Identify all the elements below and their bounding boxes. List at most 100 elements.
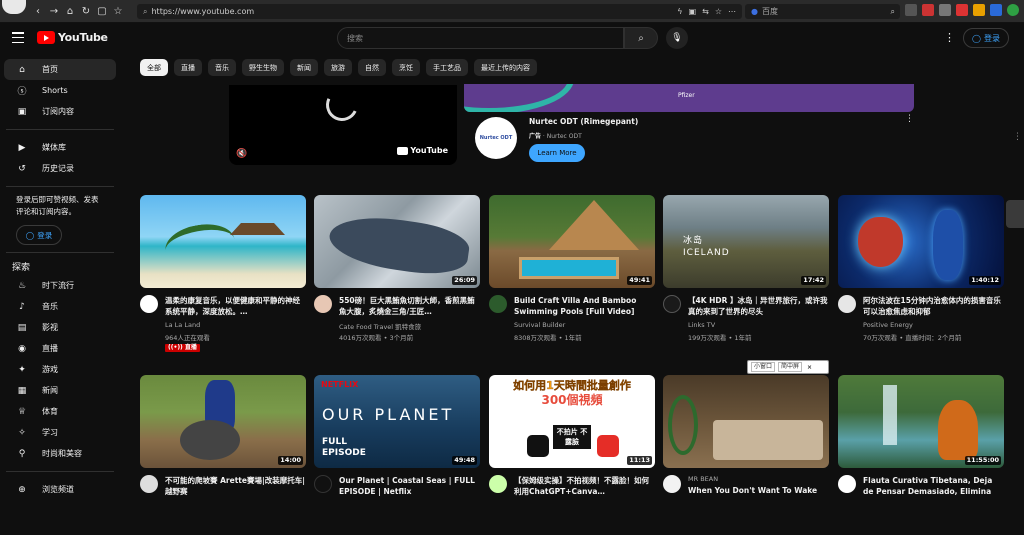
youtube-logo[interactable]: YouTube <box>37 31 108 44</box>
channel-avatar[interactable] <box>838 475 856 493</box>
sidebar-item-library[interactable]: ▶ 媒体库 <box>4 137 116 158</box>
login-button[interactable]: ◯ 登录 <box>963 28 1009 48</box>
search-icon[interactable]: ⌕ <box>891 7 895 17</box>
video-card[interactable]: 49:41 Build Craft Villa And Bamboo Swimm… <box>489 195 655 355</box>
extension-icon[interactable] <box>956 4 968 16</box>
channel-name[interactable]: Survival Builder <box>514 321 565 329</box>
channel-avatar[interactable] <box>663 295 681 313</box>
channel-avatar[interactable] <box>140 475 158 493</box>
video-title[interactable]: 【4K HDR 】冰岛｜异世界旅行，或许我真的来到了世界的尽头 <box>688 295 829 317</box>
chip-news[interactable]: 新闻 <box>290 59 318 76</box>
sidebar-item-live[interactable]: ◉ 直播 <box>4 338 116 359</box>
video-card[interactable]: 14:00 不可能的爬坡賽 Arette賽場|改装摩托车|越野赛 <box>140 375 306 535</box>
chip-recently-uploaded[interactable]: 最近上传的内容 <box>474 59 537 76</box>
chip-all[interactable]: 全部 <box>140 59 168 76</box>
star-icon[interactable]: ☆ <box>112 6 124 17</box>
reload-icon[interactable]: ↻ <box>80 6 92 17</box>
video-card[interactable]: MR BEAN When You Don't Want To Wake <box>663 375 829 535</box>
channel-name[interactable]: Cate Food Travel 凱特食旅 <box>339 321 421 331</box>
more-icon[interactable]: ⋯ <box>728 7 736 16</box>
chip-nature[interactable]: 自然 <box>358 59 386 76</box>
video-card[interactable]: 冰岛 ICELAND 17:42 【4K HDR 】冰岛｜异世界旅行，或许我真的… <box>663 195 829 355</box>
reader-icon[interactable]: ▣ <box>689 7 697 16</box>
sidebar-item-music[interactable]: ♪ 音乐 <box>4 296 116 317</box>
sidebar-item-sports[interactable]: ♕ 体育 <box>4 401 116 422</box>
home-icon[interactable]: ⌂ <box>64 6 76 17</box>
sidebar-login-button[interactable]: ◯ 登录 <box>16 225 62 245</box>
settings-kebab-icon[interactable]: ⋮ <box>944 31 955 44</box>
video-title[interactable]: 阿尔法波在15分钟内治愈体内的损害音乐可以治愈焦虑和抑郁 <box>863 295 1004 317</box>
sidebar-item-fashion[interactable]: ⚲ 时尚和美容 <box>4 443 116 464</box>
video-thumbnail[interactable]: 冰岛 ICELAND 17:42 <box>663 195 829 288</box>
chip-cooking[interactable]: 烹饪 <box>392 59 420 76</box>
video-thumbnail[interactable]: 1:40:12 <box>838 195 1004 288</box>
sidebar-item-shorts[interactable]: ⓢ Shorts <box>4 80 116 101</box>
sidebar-item-browse-channels[interactable]: ⊕ 浏览频道 <box>4 479 116 500</box>
extension-icon[interactable] <box>939 4 951 16</box>
back-icon[interactable]: ‹ <box>32 6 44 17</box>
video-card[interactable]: NETFLIX OUR PLANET FULL EPISODE 49:48 Ou… <box>314 375 480 535</box>
sidebar-item-history[interactable]: ↺ 历史记录 <box>4 158 116 179</box>
video-thumbnail[interactable]: 49:41 <box>489 195 655 288</box>
extension-icon[interactable] <box>990 4 1002 16</box>
search-button[interactable]: ⌕ <box>624 27 658 49</box>
sidebar-item-learning[interactable]: ✧ 学习 <box>4 422 116 443</box>
chip-wildlife[interactable]: 野生生物 <box>242 59 284 76</box>
close-icon[interactable]: × <box>807 364 812 371</box>
video-card[interactable]: 1:40:12 阿尔法波在15分钟内治愈体内的损害音乐可以治愈焦虑和抑郁 Pos… <box>838 195 1004 355</box>
ad-video-player[interactable]: 🔇 YouTube <box>229 84 457 165</box>
channel-avatar[interactable] <box>838 295 856 313</box>
channel-name[interactable]: MR BEAN <box>688 475 718 483</box>
browser-search-input[interactable]: ● 百度 ⌕ <box>745 4 900 19</box>
channel-avatar[interactable] <box>314 475 332 493</box>
row-kebab-icon[interactable]: ⋮ <box>1013 132 1022 142</box>
chip-travel[interactable]: 旅游 <box>324 59 352 76</box>
learn-more-button[interactable]: Learn More <box>529 144 585 162</box>
video-card[interactable]: 26:09 550磅！巨大黑鮪魚切割大師，香煎黑鮪魚大腹，炙燒金三角/王匠… C… <box>314 195 480 355</box>
extension-icon[interactable] <box>905 4 917 16</box>
video-title[interactable]: Build Craft Villa And Bamboo Swimming Po… <box>514 295 655 317</box>
channel-avatar[interactable] <box>663 475 681 493</box>
address-bar[interactable]: ⌕ https://www.youtube.com ϟ ▣ ⇆ ☆ ⋯ <box>137 4 742 19</box>
video-card[interactable]: 如何用1天時間批量創作 300個視頻 不拍片 不露臉 11:13 【保姆级实操】… <box>489 375 655 535</box>
advertiser-logo[interactable]: Nurtec ODT <box>475 117 517 159</box>
forward-icon[interactable]: → <box>48 6 60 17</box>
translate-icon[interactable]: ⇆ <box>702 7 709 16</box>
chip-music[interactable]: 音乐 <box>208 59 236 76</box>
channel-avatar[interactable] <box>140 295 158 313</box>
video-thumbnail[interactable]: 26:09 <box>314 195 480 288</box>
mini-player-popup[interactable]: 小窗口 简中屏 × <box>747 360 829 374</box>
sidebar-item-gaming[interactable]: ✦ 游戏 <box>4 359 116 380</box>
channel-avatar[interactable] <box>489 475 507 493</box>
screen-mode-button[interactable]: 简中屏 <box>778 362 803 372</box>
channel-name[interactable]: Links TV <box>688 321 715 329</box>
sidebar-item-trending[interactable]: ♨ 时下流行 <box>4 275 116 296</box>
video-title[interactable]: When You Don't Want To Wake <box>688 485 829 496</box>
extension-icon[interactable] <box>973 4 985 16</box>
search-input[interactable]: 搜索 <box>337 27 624 49</box>
edge-extension-tab[interactable] <box>1006 200 1024 228</box>
bookmark-icon[interactable]: ☆ <box>715 7 722 16</box>
chip-live[interactable]: 直播 <box>174 59 202 76</box>
video-thumbnail[interactable]: 14:00 <box>140 375 306 468</box>
video-thumbnail[interactable]: NETFLIX OUR PLANET FULL EPISODE 49:48 <box>314 375 480 468</box>
sidebar-item-news[interactable]: ▦ 新闻 <box>4 380 116 401</box>
sidebar-item-subscriptions[interactable]: ▣ 订阅内容 <box>4 101 116 122</box>
ad-kebab-icon[interactable]: ⋮ <box>905 114 914 124</box>
channel-avatar[interactable] <box>314 295 332 313</box>
sidebar-item-movies[interactable]: ▤ 影视 <box>4 317 116 338</box>
channel-avatar[interactable] <box>489 295 507 313</box>
video-thumbnail[interactable]: 11:55:00 <box>838 375 1004 468</box>
sidebar-item-home[interactable]: ⌂ 首页 <box>4 59 116 80</box>
page-icon[interactable]: ▢ <box>96 6 108 17</box>
video-card[interactable]: 温柔的康复音乐，以便健康和平静的神经系统平静，深度放松。… La La Land… <box>140 195 306 355</box>
chip-crafts[interactable]: 手工艺品 <box>426 59 468 76</box>
video-title[interactable]: 550磅！巨大黑鮪魚切割大師，香煎黑鮪魚大腹，炙燒金三角/王匠… <box>339 295 480 317</box>
mini-window-button[interactable]: 小窗口 <box>751 362 776 372</box>
flash-icon[interactable]: ϟ <box>677 7 682 16</box>
video-thumbnail[interactable] <box>663 375 829 468</box>
ad-title[interactable]: Nurtec ODT (Rimegepant) <box>529 117 638 126</box>
video-title[interactable]: 温柔的康复音乐，以便健康和平静的神经系统平静，深度放松。… <box>165 295 306 317</box>
extension-icon[interactable] <box>922 4 934 16</box>
hamburger-menu-icon[interactable] <box>12 32 24 43</box>
